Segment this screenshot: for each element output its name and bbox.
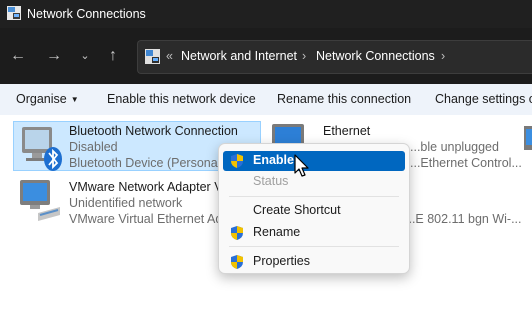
- breadcrumb-network-connections[interactable]: Network Connections: [316, 49, 435, 63]
- window-title: Network Connections: [27, 7, 146, 21]
- address-bar[interactable]: « Network and Internet › Network Connect…: [137, 40, 532, 74]
- overflow-chevron-icon[interactable]: «: [166, 49, 173, 63]
- connection-device: ...Ethernet Control...: [410, 156, 522, 170]
- title-bar: Network Connections: [0, 0, 532, 28]
- context-menu: Enable Status Create Shortcut Rename Pro…: [218, 143, 410, 274]
- change-settings-button[interactable]: Change settings of: [435, 92, 532, 106]
- menu-item-enable[interactable]: Enable: [223, 151, 405, 171]
- forward-arrow-icon[interactable]: →: [46, 48, 62, 64]
- rename-connection-button[interactable]: Rename this connection: [277, 92, 411, 106]
- menu-item-rename[interactable]: Rename: [223, 223, 405, 243]
- organise-menu[interactable]: Organise ▼: [16, 92, 79, 106]
- back-arrow-icon[interactable]: ←: [10, 48, 26, 64]
- uac-shield-icon: [231, 154, 243, 168]
- network-adapter-icon: [524, 126, 532, 150]
- breadcrumb-separator-icon[interactable]: ›: [441, 49, 445, 63]
- menu-item-properties[interactable]: Properties: [223, 252, 405, 272]
- mouse-cursor-icon: [294, 154, 309, 177]
- breadcrumb-network-and-internet[interactable]: Network and Internet: [181, 49, 297, 63]
- connection-name: Bluetooth Network Connection: [69, 124, 238, 138]
- network-connections-icon: [7, 6, 21, 20]
- connection-status: Disabled: [69, 140, 118, 154]
- chevron-down-icon[interactable]: ⌄: [77, 48, 93, 64]
- wifi-device-text: ...E 802.11 bgn Wi-...: [405, 212, 522, 226]
- menu-item-label: Properties: [253, 254, 310, 268]
- vmware-adapter-icon: [20, 180, 60, 221]
- connection-device: VMware Virtual Ethernet Ada: [69, 212, 230, 226]
- navigation-bar: ← → ⌄ ↑ « Network and Internet › Network…: [0, 28, 532, 84]
- command-bar: Organise ▼ Enable this network device Ren…: [0, 84, 532, 115]
- connection-status: Unidentified network: [69, 196, 183, 210]
- menu-item-create-shortcut[interactable]: Create Shortcut: [223, 201, 405, 221]
- menu-item-label: Enable: [253, 153, 294, 167]
- dropdown-caret-icon: ▼: [70, 95, 79, 104]
- connection-name: Ethernet: [323, 124, 371, 138]
- connection-name: VMware Network Adapter VI: [69, 180, 227, 194]
- up-arrow-icon[interactable]: ↑: [105, 48, 121, 64]
- enable-device-button[interactable]: Enable this network device: [107, 92, 256, 106]
- control-panel-icon: [145, 49, 160, 64]
- uac-shield-icon: [231, 226, 243, 240]
- menu-item-label: Rename: [253, 225, 301, 239]
- menu-separator: [229, 196, 399, 197]
- connection-device: Bluetooth Device (Personal A: [69, 156, 232, 170]
- menu-item-status: Status: [223, 172, 405, 192]
- bluetooth-adapter-icon: [22, 127, 62, 171]
- uac-shield-icon: [231, 255, 243, 269]
- menu-item-label: Status: [253, 174, 289, 188]
- breadcrumb-separator-icon[interactable]: ›: [302, 49, 306, 63]
- organise-label: Organise: [16, 92, 67, 106]
- connection-status: ...ble unplugged: [410, 140, 499, 154]
- menu-separator: [229, 246, 399, 247]
- menu-item-label: Create Shortcut: [253, 203, 341, 217]
